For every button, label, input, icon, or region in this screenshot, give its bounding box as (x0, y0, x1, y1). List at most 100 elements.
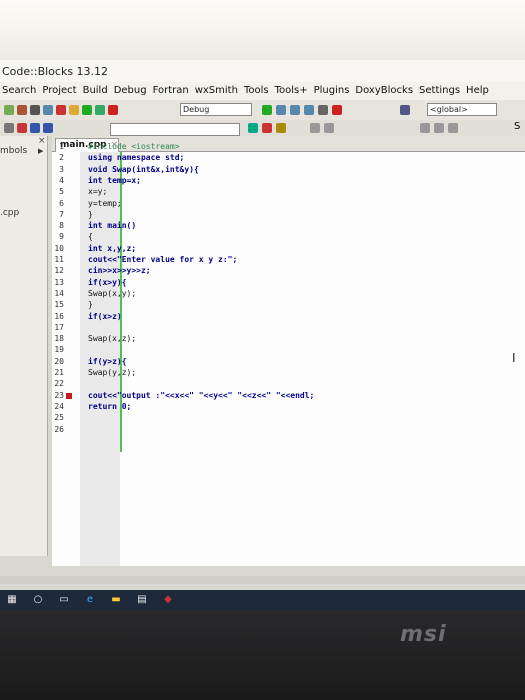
search-field-partial[interactable]: S (514, 121, 520, 132)
line-number: 25 (54, 413, 64, 423)
main-toolbar: Debug <global> (0, 100, 525, 120)
jump-forward-icon[interactable] (43, 123, 53, 133)
debug-windows-icon[interactable] (400, 105, 410, 115)
build-icon[interactable] (69, 105, 79, 115)
code-text: } (88, 300, 93, 310)
code-text: return 0; (88, 401, 132, 411)
line-number: 2 (59, 153, 64, 163)
task-view-icon[interactable]: ▭ (58, 594, 70, 606)
code-text: int temp=x; (88, 175, 141, 185)
match-icon[interactable] (262, 123, 272, 133)
codeblocks-taskbar-icon[interactable]: ◆ (162, 594, 174, 606)
code-text: int x,y,z; (88, 243, 137, 253)
code-text: } (88, 209, 93, 219)
pause-icon[interactable] (318, 105, 328, 115)
taskbar: ▦ ○ ▭ e ▬ ▤ ◆ (0, 590, 525, 610)
menu-settings[interactable]: Settings (419, 85, 460, 100)
cut-icon[interactable] (17, 105, 27, 115)
format-icon[interactable] (276, 123, 286, 133)
comment-icon[interactable] (310, 123, 320, 133)
zoom-out-icon[interactable] (434, 123, 444, 133)
project-file-item[interactable]: .cpp (0, 208, 19, 218)
build-run-icon[interactable] (95, 105, 105, 115)
menu-tools-plus[interactable]: Tools+ (275, 85, 308, 100)
line-number: 14 (54, 288, 64, 298)
code-text: y=temp; (88, 198, 122, 208)
text-cursor-icon: I (512, 351, 516, 365)
line-number: 3 (59, 164, 64, 174)
step-over-icon[interactable] (276, 105, 286, 115)
line-number: 6 (59, 198, 64, 208)
step-into-icon[interactable] (290, 105, 300, 115)
scope-select[interactable]: <global> (427, 103, 497, 116)
line-number: 9 (59, 232, 64, 242)
run-icon[interactable] (82, 105, 92, 115)
line-number: 26 (54, 424, 64, 434)
code-text: Swap(x,z); (88, 334, 137, 344)
horizontal-scrollbar[interactable] (0, 576, 525, 584)
stop-debug-icon[interactable] (332, 105, 342, 115)
code-text: if(x>y){ (88, 277, 127, 287)
bookmark-icon[interactable] (17, 123, 27, 133)
code-text: if(x>z) (88, 311, 122, 321)
step-out-icon[interactable] (304, 105, 314, 115)
menu-wxsmith[interactable]: wxSmith (195, 85, 238, 100)
abort-icon[interactable] (108, 105, 118, 115)
line-number: 12 (54, 266, 64, 276)
code-text: void Swap(int&x,int&y){ (88, 164, 199, 174)
line-number: 24 (54, 401, 64, 411)
menu-build[interactable]: Build (83, 85, 108, 100)
store-icon[interactable]: ▤ (136, 594, 148, 606)
line-number: 23 (54, 390, 64, 400)
line-number: 22 (54, 379, 64, 389)
menu-debug[interactable]: Debug (114, 85, 147, 100)
code-text: Swap(y,z); (88, 368, 137, 377)
line-number: 16 (54, 311, 64, 321)
taskbar-search-icon[interactable]: ○ (32, 594, 44, 606)
menu-doxyblocks[interactable]: DoxyBlocks (355, 85, 413, 100)
code-text: cin>>x>>y>>z; (88, 266, 151, 276)
breakpoint-marker[interactable] (66, 392, 72, 399)
secondary-toolbar: S (0, 120, 525, 136)
jump-back-icon[interactable] (30, 123, 40, 133)
line-number: 15 (54, 300, 64, 310)
menu-fortran[interactable]: Fortran (153, 85, 189, 100)
uncomment-icon[interactable] (324, 123, 334, 133)
code-editor[interactable]: main.cpp × I (52, 136, 525, 566)
toggle-icon[interactable] (4, 123, 14, 133)
search-icon[interactable] (43, 105, 53, 115)
line-number: 5 (59, 187, 64, 197)
menu-project[interactable]: Project (42, 85, 76, 100)
replace-icon[interactable] (56, 105, 66, 115)
menu-plugins[interactable]: Plugins (314, 85, 350, 100)
window-title: Code::Blocks 13.12 (0, 60, 525, 82)
regex-search-icon[interactable] (448, 123, 458, 133)
brand-logo: msi (400, 622, 447, 647)
save-icon[interactable] (30, 105, 40, 115)
debug-continue-icon[interactable] (262, 105, 272, 115)
file-explorer-icon[interactable]: ▬ (110, 594, 122, 606)
menu-help[interactable]: Help (466, 85, 489, 100)
highlight-icon[interactable] (248, 123, 258, 133)
symbols-tab[interactable]: mbols (0, 146, 27, 156)
line-number: 17 (54, 322, 64, 332)
new-file-icon[interactable] (4, 105, 14, 115)
line-number: 8 (59, 221, 64, 231)
start-icon[interactable]: ▦ (6, 594, 18, 606)
menu-tools[interactable]: Tools (244, 85, 269, 100)
line-number: 11 (54, 255, 64, 264)
function-select[interactable] (110, 123, 240, 136)
code-text: #include <iostream> (88, 142, 180, 151)
edge-icon[interactable]: e (84, 594, 96, 606)
line-number: 18 (54, 334, 64, 344)
code-text: if(y>z){ (88, 356, 127, 366)
build-target-select[interactable]: Debug (180, 103, 252, 116)
line-number: 20 (54, 356, 64, 366)
screen: Code::Blocks 13.12 Search Project Build … (0, 60, 525, 610)
code-text: cout<<"Enter value for x y z:"; (88, 255, 238, 264)
line-number: 13 (54, 277, 64, 287)
zoom-in-icon[interactable] (420, 123, 430, 133)
code-text: int main() (88, 221, 137, 231)
line-number: 10 (54, 243, 64, 253)
menu-search[interactable]: Search (2, 85, 36, 100)
